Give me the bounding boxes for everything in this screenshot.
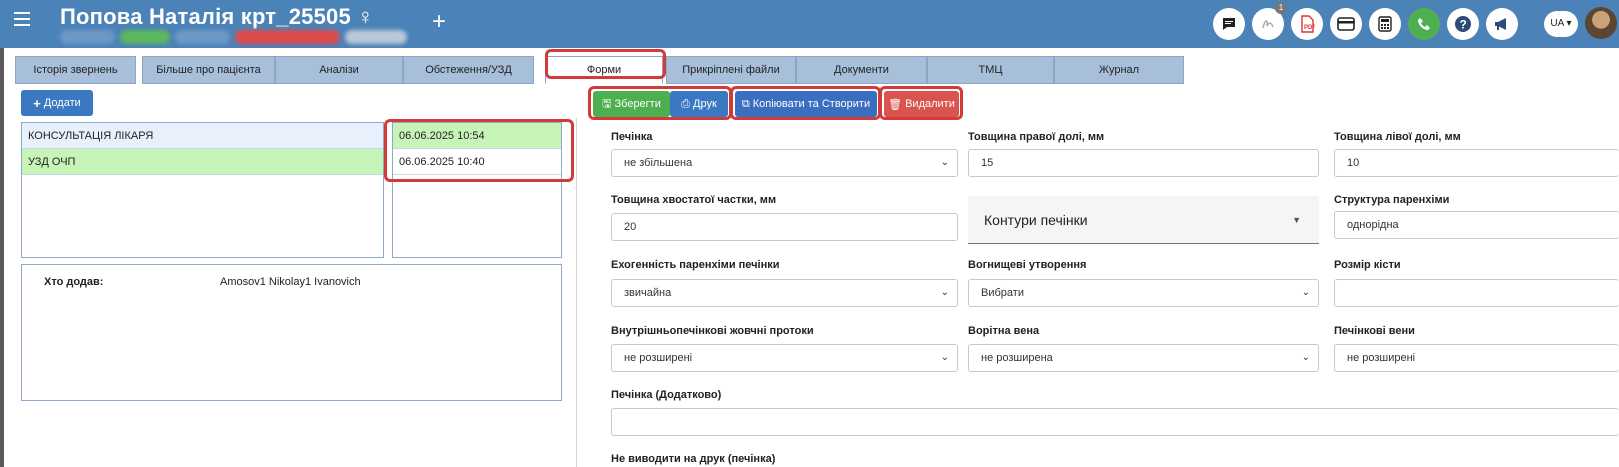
list-item[interactable]: КОНСУЛЬТАЦІЯ ЛІКАРЯ xyxy=(22,123,383,149)
focal-select[interactable]: Вибрати ⌄ xyxy=(968,279,1319,307)
liver-contours-select[interactable]: Контури печінки ▼ xyxy=(968,196,1319,244)
liver-value: не збільшена xyxy=(624,157,693,169)
delete-highlight xyxy=(879,86,963,120)
chevron-down-icon: ⌄ xyxy=(940,157,949,168)
add-form-label: Додати xyxy=(43,97,81,109)
portal-vein-label: Ворітна вена xyxy=(968,325,1040,337)
added-by-value: Amosov1 Nikolay1 Ivanovich xyxy=(220,276,361,288)
help-icon[interactable]: ? xyxy=(1447,8,1479,40)
portal-vein-value: не розширена xyxy=(981,352,1053,364)
chat-icon[interactable] xyxy=(1213,8,1245,40)
top-header: Попова Наталія крт_25505 ♀ + 1 PDF ? UA … xyxy=(0,0,1619,48)
copy-create-highlight xyxy=(730,86,881,120)
liver-label: Печінка xyxy=(611,131,653,143)
liver-select[interactable]: не збільшена ⌄ xyxy=(611,149,958,177)
focal-label: Вогнищеві утворення xyxy=(968,259,1087,271)
divider xyxy=(576,118,577,467)
avatar[interactable] xyxy=(1585,7,1617,39)
parenchyma-structure-select[interactable]: однорідна xyxy=(1334,211,1619,239)
left-edge xyxy=(0,84,4,467)
chevron-down-icon: ⌄ xyxy=(1301,352,1310,363)
patient-details-blurred xyxy=(60,30,415,44)
menu-icon[interactable] xyxy=(14,12,30,30)
focal-value: Вибрати xyxy=(981,287,1024,299)
forms-list: КОНСУЛЬТАЦІЯ ЛІКАРЯ УЗД ОЧП xyxy=(21,122,384,258)
cyst-size-label: Розмір кісти xyxy=(1334,259,1401,271)
tab-forms-highlight xyxy=(545,49,666,79)
liver-extra-input[interactable] xyxy=(611,408,1619,436)
chevron-down-icon: ⌄ xyxy=(940,287,949,298)
save-print-highlight xyxy=(588,86,732,120)
notification-badge: 1 xyxy=(1275,2,1287,14)
tab-examinations[interactable]: Обстеження/УЗД xyxy=(403,56,534,84)
parenchyma-structure-label: Структура паренхіми xyxy=(1334,194,1450,206)
added-by-panel: Хто додав: Amosov1 Nikolay1 Ivanovich xyxy=(21,264,562,401)
tab-inventory[interactable]: ТМЦ xyxy=(927,56,1054,84)
right-lobe-input[interactable]: 15 xyxy=(968,149,1319,177)
no-print-label: Не виводити на друк (печінка) xyxy=(611,453,776,465)
hepatic-veins-label: Печінкові вени xyxy=(1334,325,1415,337)
pdf-icon[interactable]: PDF xyxy=(1291,8,1323,40)
echogenicity-label: Ехогенність паренхіми печінки xyxy=(611,259,780,271)
left-lobe-input[interactable]: 10 xyxy=(1334,149,1619,177)
chevron-down-icon: ⌄ xyxy=(940,352,949,363)
echogenicity-value: звичайна xyxy=(624,287,672,299)
plus-icon: + xyxy=(33,95,41,111)
calculator-icon[interactable] xyxy=(1369,8,1401,40)
add-form-button[interactable]: + Додати xyxy=(21,90,93,116)
megaphone-icon[interactable] xyxy=(1486,8,1518,40)
bile-ducts-label: Внутрішньопечінкові жовчні протоки xyxy=(611,325,814,337)
patient-name: Попова Наталія крт_25505 ♀ xyxy=(60,4,374,29)
added-by-label: Хто додав: xyxy=(44,276,104,288)
phone-icon[interactable] xyxy=(1408,8,1440,40)
caudate-input[interactable]: 20 xyxy=(611,213,958,241)
card-icon[interactable] xyxy=(1330,8,1362,40)
caudate-label: Товщина хвостатої частки, мм xyxy=(611,194,777,206)
tab-history[interactable]: Історія звернень xyxy=(15,56,136,84)
dates-highlight xyxy=(384,119,574,182)
left-lobe-label: Товщина лівої долі, мм xyxy=(1334,131,1461,143)
right-lobe-label: Товщина правої долі, мм xyxy=(968,131,1105,143)
dropdown-arrow-icon: ▼ xyxy=(1292,215,1301,225)
language-selector[interactable]: UA ▾ xyxy=(1544,11,1578,37)
tab-documents[interactable]: Документи xyxy=(796,56,927,84)
svg-text:?: ? xyxy=(1460,18,1467,32)
tab-journal[interactable]: Журнал xyxy=(1054,56,1184,84)
cyst-size-input[interactable] xyxy=(1334,279,1619,307)
echogenicity-select[interactable]: звичайна ⌄ xyxy=(611,279,958,307)
add-patient-button[interactable]: + xyxy=(432,8,446,36)
tab-analyses[interactable]: Аналізи xyxy=(275,56,403,84)
liver-extra-label: Печінка (Додатково) xyxy=(611,389,722,401)
chevron-down-icon: ⌄ xyxy=(1301,287,1310,298)
liver-contours-value: Контури печінки xyxy=(984,212,1088,228)
hepatic-veins-select[interactable]: не розширені xyxy=(1334,344,1619,372)
svg-text:PDF: PDF xyxy=(1304,25,1315,31)
portal-vein-select[interactable]: не розширена ⌄ xyxy=(968,344,1319,372)
tab-more-about-patient[interactable]: Більше про пацієнта xyxy=(142,56,275,84)
bile-ducts-value: не розширені xyxy=(624,352,693,364)
list-item[interactable]: УЗД ОЧП xyxy=(22,149,383,175)
tab-attached-files[interactable]: Прикріплені файли xyxy=(666,56,796,84)
bile-ducts-select[interactable]: не розширені ⌄ xyxy=(611,344,958,372)
language-label: UA xyxy=(1550,18,1564,29)
